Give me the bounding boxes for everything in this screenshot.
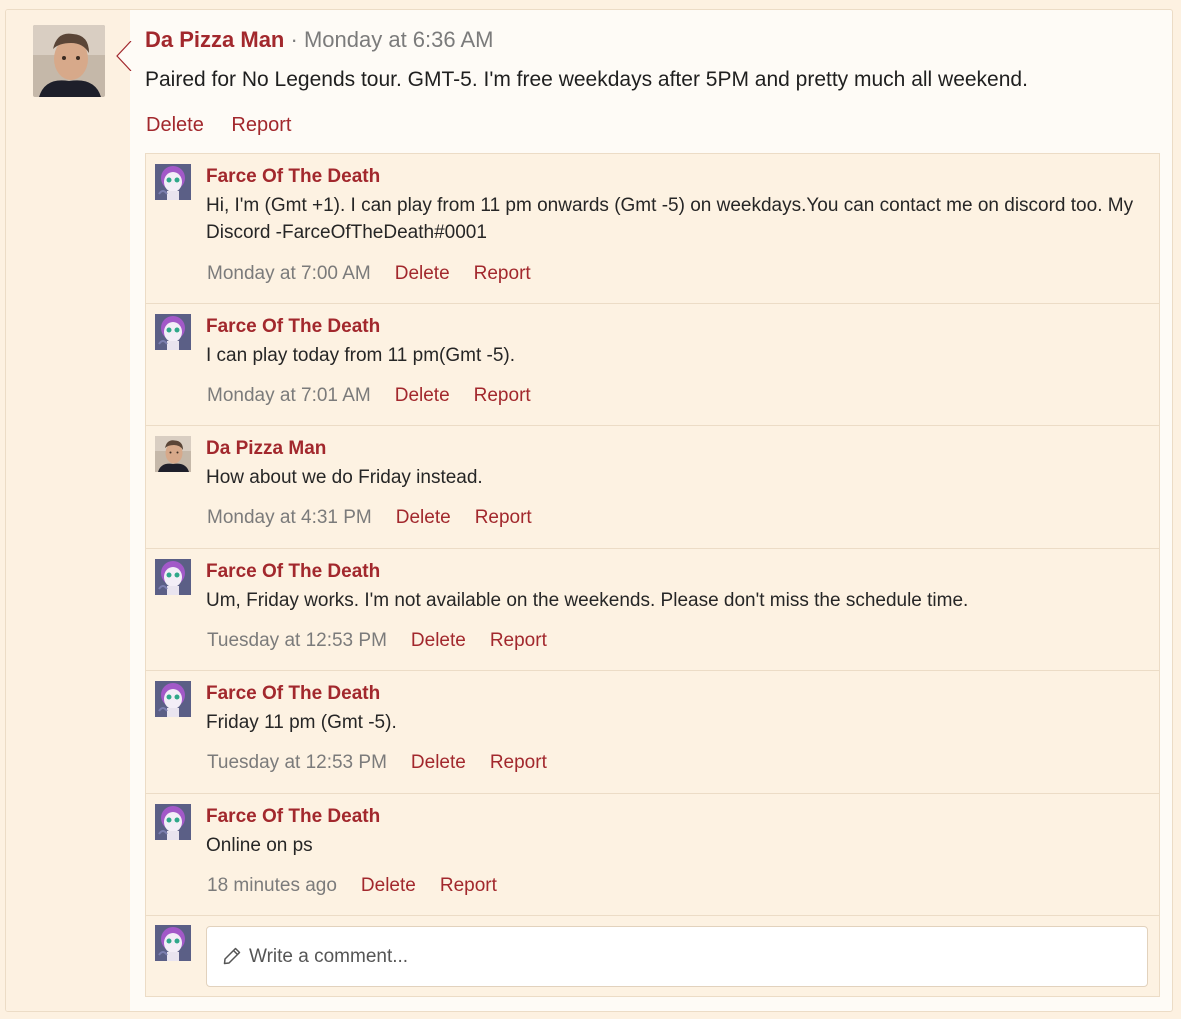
comment-delete-link[interactable]: Delete (411, 630, 466, 651)
comment-delete-link[interactable]: Delete (395, 263, 450, 284)
comment-text: Hi, I'm (Gmt +1). I can play from 11 pm … (206, 195, 1134, 243)
pencil-icon (223, 947, 241, 965)
comment-author[interactable]: Farce Of The Death (206, 165, 380, 189)
comment-avatar[interactable] (155, 436, 191, 472)
comment-timestamp[interactable]: 18 minutes ago (207, 875, 337, 896)
comment-item: Farce Of The Death I can play today from… (146, 304, 1159, 426)
comment-meta: Monday at 7:00 AM Delete Report (207, 262, 555, 286)
comment-item: Farce Of The Death Friday 11 pm (Gmt -5)… (146, 671, 1159, 794)
comment-meta: Monday at 4:31 PM Delete Report (207, 506, 556, 530)
comment-report-link[interactable]: Report (474, 385, 531, 406)
comment-report-link[interactable]: Report (490, 630, 547, 651)
header-separator: · (290, 27, 298, 52)
comment-author[interactable]: Farce Of The Death (206, 315, 380, 339)
comment-author[interactable]: Farce Of The Death (206, 560, 380, 584)
comment-input-placeholder: Write a comment... (249, 946, 409, 967)
post-delete-link[interactable]: Delete (146, 114, 204, 136)
anime-avatar-icon (155, 559, 191, 595)
comment-timestamp[interactable]: Monday at 7:01 AM (207, 385, 371, 406)
comment-author[interactable]: Farce Of The Death (206, 805, 380, 829)
speech-arrow-icon (116, 41, 132, 71)
comment-meta: 18 minutes ago Delete Report (207, 874, 521, 898)
comment-report-link[interactable]: Report (474, 263, 531, 284)
avatar-gutter (6, 10, 130, 1011)
comment-text: Um, Friday works. I'm not available on t… (206, 590, 969, 611)
comment-text: I can play today from 11 pm(Gmt -5). (206, 345, 516, 366)
comments-list: Farce Of The Death Hi, I'm (Gmt +1). I c… (145, 153, 1160, 997)
post-card: Da Pizza Man · Monday at 6:36 AM Paired … (5, 9, 1173, 1012)
comment-timestamp[interactable]: Monday at 7:00 AM (207, 263, 371, 284)
comment-report-link[interactable]: Report (475, 507, 532, 528)
anime-avatar-icon (155, 925, 191, 961)
comment-item: Farce Of The Death Hi, I'm (Gmt +1). I c… (146, 154, 1159, 304)
anime-avatar-icon (155, 314, 191, 350)
comment-report-link[interactable]: Report (490, 752, 547, 773)
post-author-avatar[interactable] (33, 25, 105, 97)
anime-avatar-icon (155, 164, 191, 200)
comment-text: Online on ps (206, 835, 313, 856)
comment-input[interactable]: Write a comment... (206, 926, 1148, 987)
user-photo-icon (33, 25, 105, 97)
comment-item: Da Pizza Man How about we do Friday inst… (146, 426, 1159, 549)
post-author-name[interactable]: Da Pizza Man (145, 27, 284, 52)
comment-text: Friday 11 pm (Gmt -5). (206, 712, 397, 733)
comment-meta: Tuesday at 12:53 PM Delete Report (207, 629, 571, 653)
user-photo-icon (155, 436, 191, 472)
post-header: Da Pizza Man · Monday at 6:36 AM (145, 26, 494, 54)
comment-item: Farce Of The Death Online on ps 18 minut… (146, 794, 1159, 916)
comment-delete-link[interactable]: Delete (396, 507, 451, 528)
comment-author[interactable]: Farce Of The Death (206, 682, 380, 706)
anime-avatar-icon (155, 804, 191, 840)
comment-item: Farce Of The Death Um, Friday works. I'm… (146, 549, 1159, 671)
comment-avatar[interactable] (155, 314, 191, 350)
anime-avatar-icon (155, 681, 191, 717)
comment-author[interactable]: Da Pizza Man (206, 437, 326, 461)
comment-timestamp[interactable]: Tuesday at 12:53 PM (207, 752, 387, 773)
comment-delete-link[interactable]: Delete (411, 752, 466, 773)
post-actions: Delete Report (146, 112, 313, 138)
comment-report-link[interactable]: Report (440, 875, 497, 896)
comment-avatar[interactable] (155, 559, 191, 595)
post-body: Paired for No Legends tour. GMT-5. I'm f… (145, 68, 1028, 91)
comment-delete-link[interactable]: Delete (361, 875, 416, 896)
composer-avatar (155, 925, 191, 961)
post-timestamp[interactable]: Monday at 6:36 AM (304, 27, 494, 52)
comment-composer: Write a comment... (146, 916, 1159, 996)
comment-text: How about we do Friday instead. (206, 467, 483, 488)
comment-timestamp[interactable]: Tuesday at 12:53 PM (207, 630, 387, 651)
comment-timestamp[interactable]: Monday at 4:31 PM (207, 507, 372, 528)
comment-meta: Monday at 7:01 AM Delete Report (207, 384, 555, 408)
comment-avatar[interactable] (155, 164, 191, 200)
comment-avatar[interactable] (155, 804, 191, 840)
comment-avatar[interactable] (155, 681, 191, 717)
comment-meta: Tuesday at 12:53 PM Delete Report (207, 751, 571, 775)
comment-delete-link[interactable]: Delete (395, 385, 450, 406)
post-report-link[interactable]: Report (231, 114, 291, 136)
